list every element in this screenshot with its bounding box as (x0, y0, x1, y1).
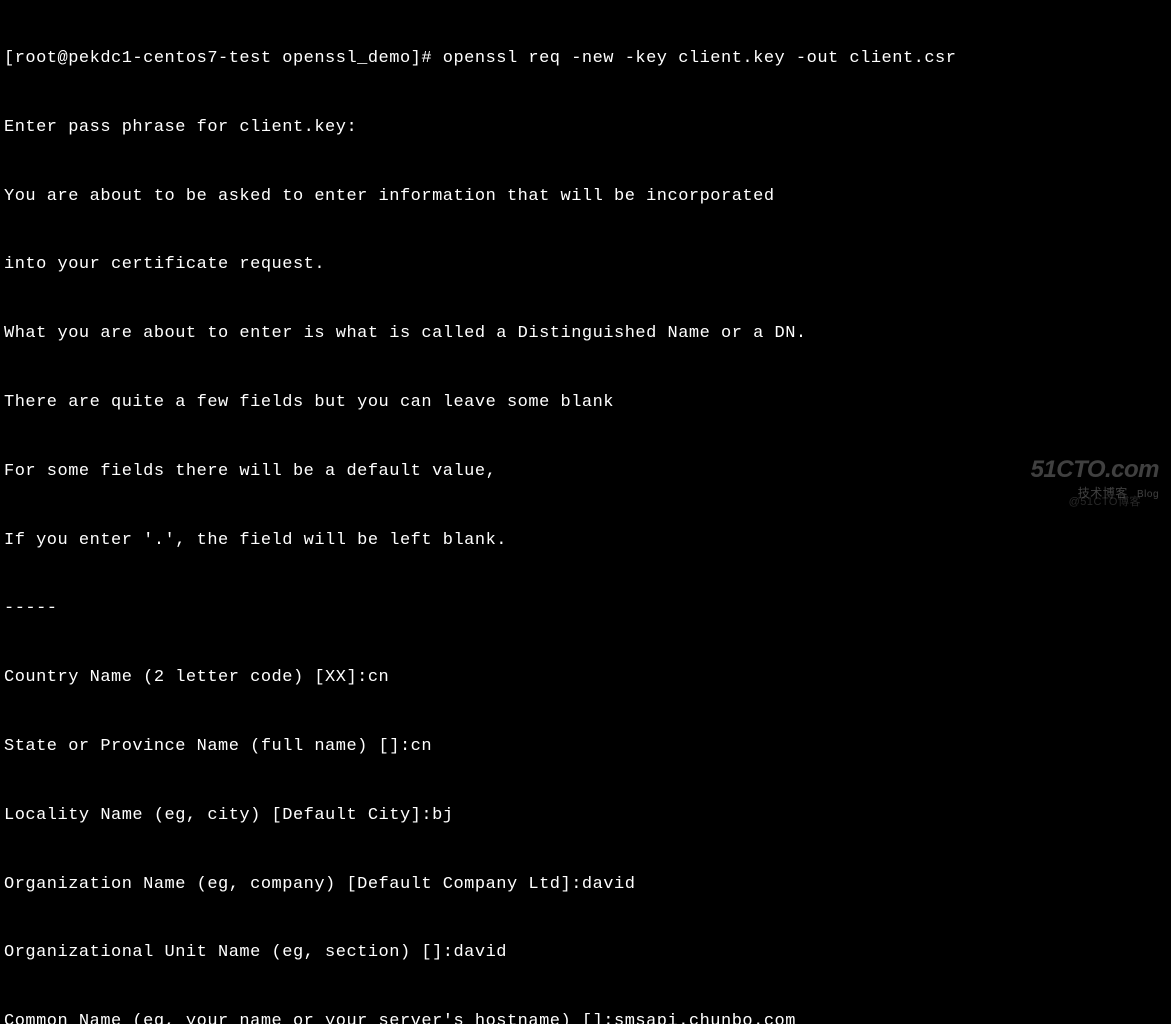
terminal-line: Organization Name (eg, company) [Default… (4, 874, 1167, 897)
terminal-line: For some fields there will be a default … (4, 461, 1167, 484)
watermark-credit: @51CTO博客 (1069, 495, 1141, 510)
terminal-line: Enter pass phrase for client.key: (4, 117, 1167, 140)
terminal-output[interactable]: [root@pekdc1-centos7-test openssl_demo]#… (4, 2, 1167, 1024)
terminal-line: What you are about to enter is what is c… (4, 323, 1167, 346)
terminal-line: If you enter '.', the field will be left… (4, 530, 1167, 553)
terminal-line: ----- (4, 598, 1167, 621)
terminal-line: State or Province Name (full name) []:cn (4, 736, 1167, 759)
terminal-line: Country Name (2 letter code) [XX]:cn (4, 667, 1167, 690)
terminal-line: You are about to be asked to enter infor… (4, 186, 1167, 209)
terminal-line: Common Name (eg, your name or your serve… (4, 1011, 1167, 1024)
terminal-line: Locality Name (eg, city) [Default City]:… (4, 805, 1167, 828)
watermark-logo: 51CTO.com (1031, 457, 1159, 483)
terminal-line: into your certificate request. (4, 254, 1167, 277)
terminal-line: [root@pekdc1-centos7-test openssl_demo]#… (4, 48, 1167, 71)
terminal-line: There are quite a few fields but you can… (4, 392, 1167, 415)
terminal-line: Organizational Unit Name (eg, section) [… (4, 942, 1167, 965)
